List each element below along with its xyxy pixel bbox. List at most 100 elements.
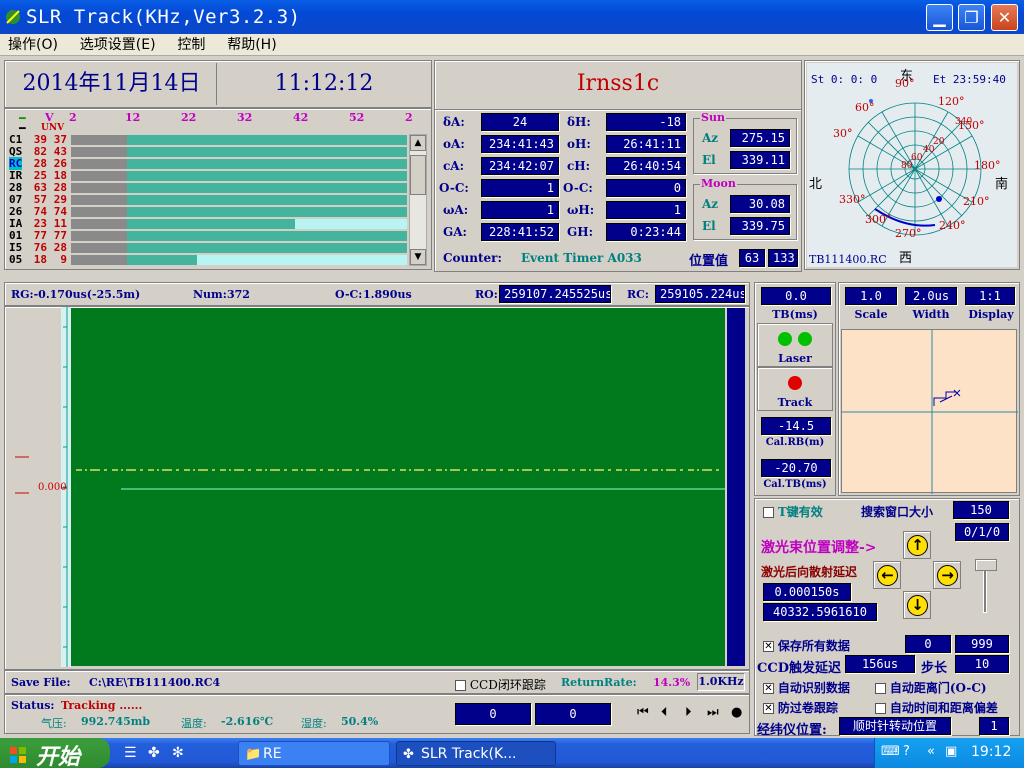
oh-label: oH: [567,137,591,151]
wh-value[interactable]: 1 [606,201,686,219]
slider-thumb[interactable] [975,559,997,571]
satellite-pass-bar [127,255,197,265]
save-value-1[interactable]: 0 [905,635,951,653]
scale-value[interactable]: 1.0 [845,287,897,305]
record-icon[interactable]: ● [731,705,742,720]
satellite-pass-track [71,135,407,145]
display-value[interactable]: 1:1 [965,287,1015,305]
cal-tb-value[interactable]: -20.70 [761,459,831,477]
save-all-checkbox[interactable]: ✕ [763,641,774,652]
keyboard-icon[interactable]: ⌨ [881,744,900,759]
satellite-row[interactable]: C1 39 37 [7,133,407,146]
quicklaunch-star-icon[interactable]: ✻ [172,745,184,761]
maximize-button[interactable]: ❐ [958,4,985,31]
minimize-button[interactable]: ▁ [926,4,953,31]
satellite-row[interactable]: 26 74 74 [7,205,407,218]
satellite-row[interactable]: QS 82 43 [7,145,407,158]
menu-operate[interactable]: 操作(O) [8,34,58,56]
sun-az-value: 275.15 [730,129,790,147]
help-icon[interactable]: ? [903,744,910,759]
azimuth-label: 270° [895,227,922,240]
anti-wind-label: 防过卷跟踪 [777,701,838,715]
azimuth-label: 210° [963,195,990,208]
auto-gate-checkbox[interactable] [875,683,886,694]
azimuth-label: 300° [865,213,892,226]
scroll-thumb[interactable] [410,155,426,195]
arrow-down-icon: ↓ [907,595,928,616]
beam-up-button[interactable]: ↑ [903,531,931,559]
taskbar-item-re-label: RE [263,746,282,762]
temperature-label: 温度: [181,717,207,730]
quicklaunch-slr-icon[interactable]: ✤ [148,745,160,761]
satellite-row[interactable]: RC 28 26 [7,157,407,170]
beam-left-button[interactable]: ← [873,561,901,589]
beam-right-button[interactable]: → [933,561,961,589]
wa-value[interactable]: 1 [481,201,559,219]
menu-control[interactable]: 控制 [177,34,205,56]
anti-wind-checkbox[interactable]: ✕ [763,703,774,714]
next-icon[interactable]: ⏵ [685,705,692,720]
cal-rb-value[interactable]: -14.5 [761,417,831,435]
beam-down-button[interactable]: ↓ [903,591,931,619]
last-icon[interactable]: ⏭ [707,705,719,720]
scroll-up-icon[interactable]: ▲ [410,135,426,151]
save-file-label: Save File: [11,676,71,689]
first-icon[interactable]: ⏮ [637,705,649,720]
taskbar-item-slr[interactable]: ✤ SLR Track(K... [396,741,556,766]
satellite-row[interactable]: IA 23 11 [7,217,407,230]
moon-label: Moon [700,177,737,190]
scope-view[interactable] [841,329,1018,494]
save-value-2[interactable]: 999 [955,635,1009,653]
oa-value: 234:41:43 [481,135,559,153]
tb-value[interactable]: 0.0 [761,287,831,305]
previous-icon[interactable]: ⏴ [661,705,668,720]
auto-identify-checkbox[interactable]: ✕ [763,683,774,694]
wa-label: ωA: [443,203,469,217]
datetime-panel: 2014年11月14日 11:12:12 [4,60,432,108]
expand-tray-icon[interactable]: « [927,744,935,759]
oc-el-value: 0 [606,179,686,197]
satellite-row[interactable]: IR 25 18 [7,169,407,182]
satellite-row[interactable]: 28 63 28 [7,181,407,194]
satellite-pass-bar [127,231,407,241]
step-value[interactable]: 10 [955,655,1009,673]
ccd-loop-checkbox[interactable] [455,680,466,691]
beam-adjust-label: 激光束位置调整-> [761,540,877,556]
tkey-checkbox[interactable] [763,507,774,518]
gh-value: 0:23:44 [606,223,686,241]
satellite-pass-track [71,159,407,169]
menu-options[interactable]: 选项设置(E) [80,34,156,56]
satlist-scrollbar[interactable]: ▲ ▼ [409,134,427,266]
search-window-value[interactable]: 150 [953,501,1009,519]
menu-help[interactable]: 帮助(H) [227,34,276,56]
scroll-down-icon[interactable]: ▼ [410,249,426,265]
backscatter-label: 激光后向散射延迟 [761,565,858,579]
start-button[interactable]: 开始 [0,738,110,768]
network-icon[interactable]: ▣ [945,744,957,759]
arrow-up-icon: ↑ [907,535,928,556]
elevation-label: 20 [933,137,945,147]
ccd-delay-value[interactable]: 156us [845,655,915,673]
close-button[interactable]: ✕ [991,4,1018,31]
satellite-pass-bar [127,135,407,145]
taskbar-item-re[interactable]: 📁 RE [238,741,390,766]
track-button[interactable]: Track [757,367,833,411]
start-label: 开始 [36,745,81,768]
satellite-row[interactable]: 01 77 77 [7,229,407,242]
quicklaunch-icon[interactable]: ☰ [124,745,137,761]
range-plot-scrollbar[interactable] [727,308,745,666]
satellite-row[interactable]: 05 18 9 [7,253,407,266]
satellite-pass-bar [127,171,407,181]
satellite-pass-track [71,207,407,217]
auto-time-checkbox[interactable] [875,703,886,714]
ga-value: 228:41:52 [481,223,559,241]
start-time: St 0: 0: 0 [811,73,878,86]
azimuth-label: 120° [938,95,965,108]
satellite-row[interactable]: I5 76 28 [7,241,407,254]
range-plot-area[interactable] [71,308,725,666]
zero-label: 0.000 [38,482,67,493]
laser-button[interactable]: Laser [757,323,833,367]
delay-seconds-value[interactable]: 0.000150s [763,583,851,601]
satellite-row[interactable]: 07 57 29 [7,193,407,206]
width-value[interactable]: 2.0us [905,287,957,305]
